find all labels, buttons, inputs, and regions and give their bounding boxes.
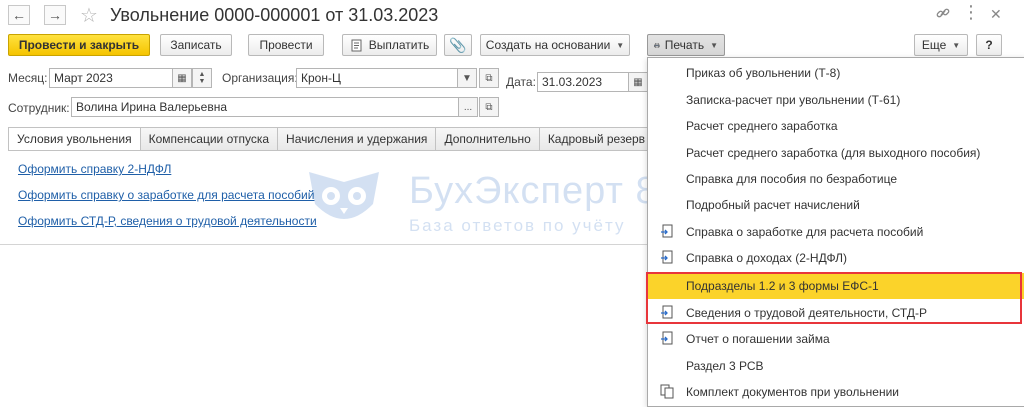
paperclip-icon: 📎 [449,36,467,53]
employee-open-button[interactable]: ⧉ [479,97,499,117]
more-button[interactable]: Еще ▼ [914,34,968,56]
menu-item-income-certificate[interactable]: Справка о доходах (2-НДФЛ) [648,245,1024,271]
menu-item-average-earnings[interactable]: Расчет среднего заработка [648,113,1024,139]
chevron-down-icon: ▼ [462,72,472,84]
menu-item-label: Расчет среднего заработка [686,119,838,133]
tab-additional[interactable]: Дополнительно [436,127,540,151]
chevron-down-icon: ▼ [616,40,625,50]
save-button[interactable]: Записать [160,34,232,56]
link-std-r[interactable]: Оформить СТД-Р, сведения о трудовой деят… [18,214,317,228]
menu-item-label: Комплект документов при увольнении [686,385,899,399]
create-based-on-button[interactable]: Создать на основании ▼ [480,34,630,56]
date-field[interactable]: 31.03.2023 [537,72,629,92]
chevron-down-icon: ▼ [952,40,961,50]
arrow-right-icon: → [48,7,62,23]
menu-item-label: Расчет среднего заработка (для выходного… [686,146,981,160]
watermark-brand: БухЭксперт 8 [409,170,658,212]
watermark-subtitle: База ответов по учёту [409,216,626,235]
employee-field[interactable]: Волина Ирина Валерьевна [71,97,459,117]
menu-item-label: Справка о заработке для расчета пособий [686,225,924,239]
organization-dropdown-button[interactable]: ▼ [457,68,477,88]
menu-item-label: Раздел 3 РСВ [686,359,764,373]
stepper-up-icon: ▲ [198,71,206,78]
owl-logo-icon [309,172,379,219]
menu-item-label: Подробный расчет начислений [686,198,860,212]
calendar-button[interactable]: ▦ [172,68,192,88]
menu-item-label: Подразделы 1.2 и 3 формы ЕФС-1 [686,279,879,293]
menu-item-t8-order[interactable]: Приказ об увольнении (Т-8) [648,60,1024,86]
printer-icon [654,42,660,48]
print-button[interactable]: Печать ▼ [647,34,725,56]
export-document-icon [661,224,673,238]
document-set-icon [660,384,674,399]
ellipsis-icon: ... [463,101,473,113]
favorite-star-icon[interactable]: ☆ [80,3,98,28]
menu-item-average-earnings-severance[interactable]: Расчет среднего заработка (для выходного… [648,140,1024,166]
title-bar: ← → ☆ Увольнение 0000-000001 от 31.03.20… [0,0,1024,32]
open-window-icon: ⧉ [485,101,493,113]
menu-item-label: Справка для пособия по безработице [686,172,898,186]
pay-document-icon [351,39,362,51]
open-window-icon: ⧉ [485,72,493,84]
pay-button[interactable]: Выплатить [342,34,437,56]
menu-item-label: Сведения о трудовой деятельности, СТД-Р [686,306,927,320]
tab-vacation-compensation[interactable]: Компенсации отпуска [140,127,279,151]
organization-open-button[interactable]: ⧉ [479,68,499,88]
attach-button[interactable]: 📎 [444,34,472,56]
export-document-icon [661,305,673,319]
back-button[interactable]: ← [8,5,30,25]
window-title: Увольнение 0000-000001 от 31.03.2023 [110,5,439,25]
employee-label: Сотрудник: [8,101,70,115]
calendar-icon: ▦ [177,72,187,84]
link-ndfl-certificate[interactable]: Оформить справку 2-НДФЛ [18,162,171,176]
more-options-icon[interactable]: ⋮ [962,2,980,23]
menu-item-std-r[interactable]: Сведения о трудовой деятельности, СТД-Р [648,300,1024,326]
menu-item-rsv-section3[interactable]: Раздел 3 РСВ [648,353,1024,379]
month-label: Месяц: [8,71,48,85]
date-label: Дата: [506,75,536,89]
export-document-icon [661,250,673,264]
menu-item-label: Отчет о погашении займа [686,332,830,346]
menu-item-label: Записка-расчет при увольнении (Т-61) [686,93,901,107]
arrow-left-icon: ← [12,7,26,23]
help-button[interactable]: ? [976,34,1002,56]
print-button-label: Печать [664,38,705,52]
print-menu: Приказ об увольнении (Т-8) Записка-расче… [647,57,1024,407]
menu-item-efs1-sections[interactable]: Подразделы 1.2 и 3 формы ЕФС-1 [648,273,1024,299]
tab-dismissal-conditions[interactable]: Условия увольнения [8,127,141,151]
date-calendar-button[interactable]: ▦ [628,72,648,92]
more-button-label: Еще [921,38,947,52]
create-based-on-label: Создать на основании [485,38,611,52]
chevron-down-icon: ▼ [710,40,718,50]
calendar-icon: ▦ [633,76,643,88]
menu-item-label: Справка о доходах (2-НДФЛ) [686,251,848,265]
export-document-icon [661,331,673,345]
stepper-down-icon: ▼ [198,78,206,85]
menu-item-unemployment-certificate[interactable]: Справка для пособия по безработице [648,166,1024,192]
link-icon[interactable] [936,6,950,24]
menu-item-earnings-certificate[interactable]: Справка о заработке для расчета пособий [648,219,1024,245]
menu-item-dismissal-package[interactable]: Комплект документов при увольнении [648,379,1024,405]
employee-select-button[interactable]: ... [458,97,478,117]
forward-button[interactable]: → [44,5,66,25]
menu-item-label: Приказ об увольнении (Т-8) [686,66,841,80]
menu-item-t61-note[interactable]: Записка-расчет при увольнении (Т-61) [648,87,1024,113]
month-field[interactable]: Март 2023 [49,68,173,88]
menu-item-loan-repayment[interactable]: Отчет о погашении займа [648,326,1024,352]
close-icon[interactable]: ✕ [990,6,1002,23]
organization-field[interactable]: Крон-Ц [296,68,458,88]
post-and-close-button[interactable]: Провести и закрыть [8,34,150,56]
tab-bar: Условия увольнения Компенсации отпуска Н… [8,127,655,151]
watermark: БухЭксперт 8 База ответов по учёту [305,168,657,243]
month-stepper[interactable]: ▲ ▼ [192,68,212,88]
organization-label: Организация: [222,71,298,85]
post-button[interactable]: Провести [248,34,324,56]
link-earnings-certificate[interactable]: Оформить справку о заработке для расчета… [18,188,314,202]
pay-button-label: Выплатить [368,38,430,52]
tab-accruals-deductions[interactable]: Начисления и удержания [278,127,437,151]
menu-item-detailed-accruals[interactable]: Подробный расчет начислений [648,192,1024,218]
tab-personnel-reserve[interactable]: Кадровый резерв [539,127,655,151]
